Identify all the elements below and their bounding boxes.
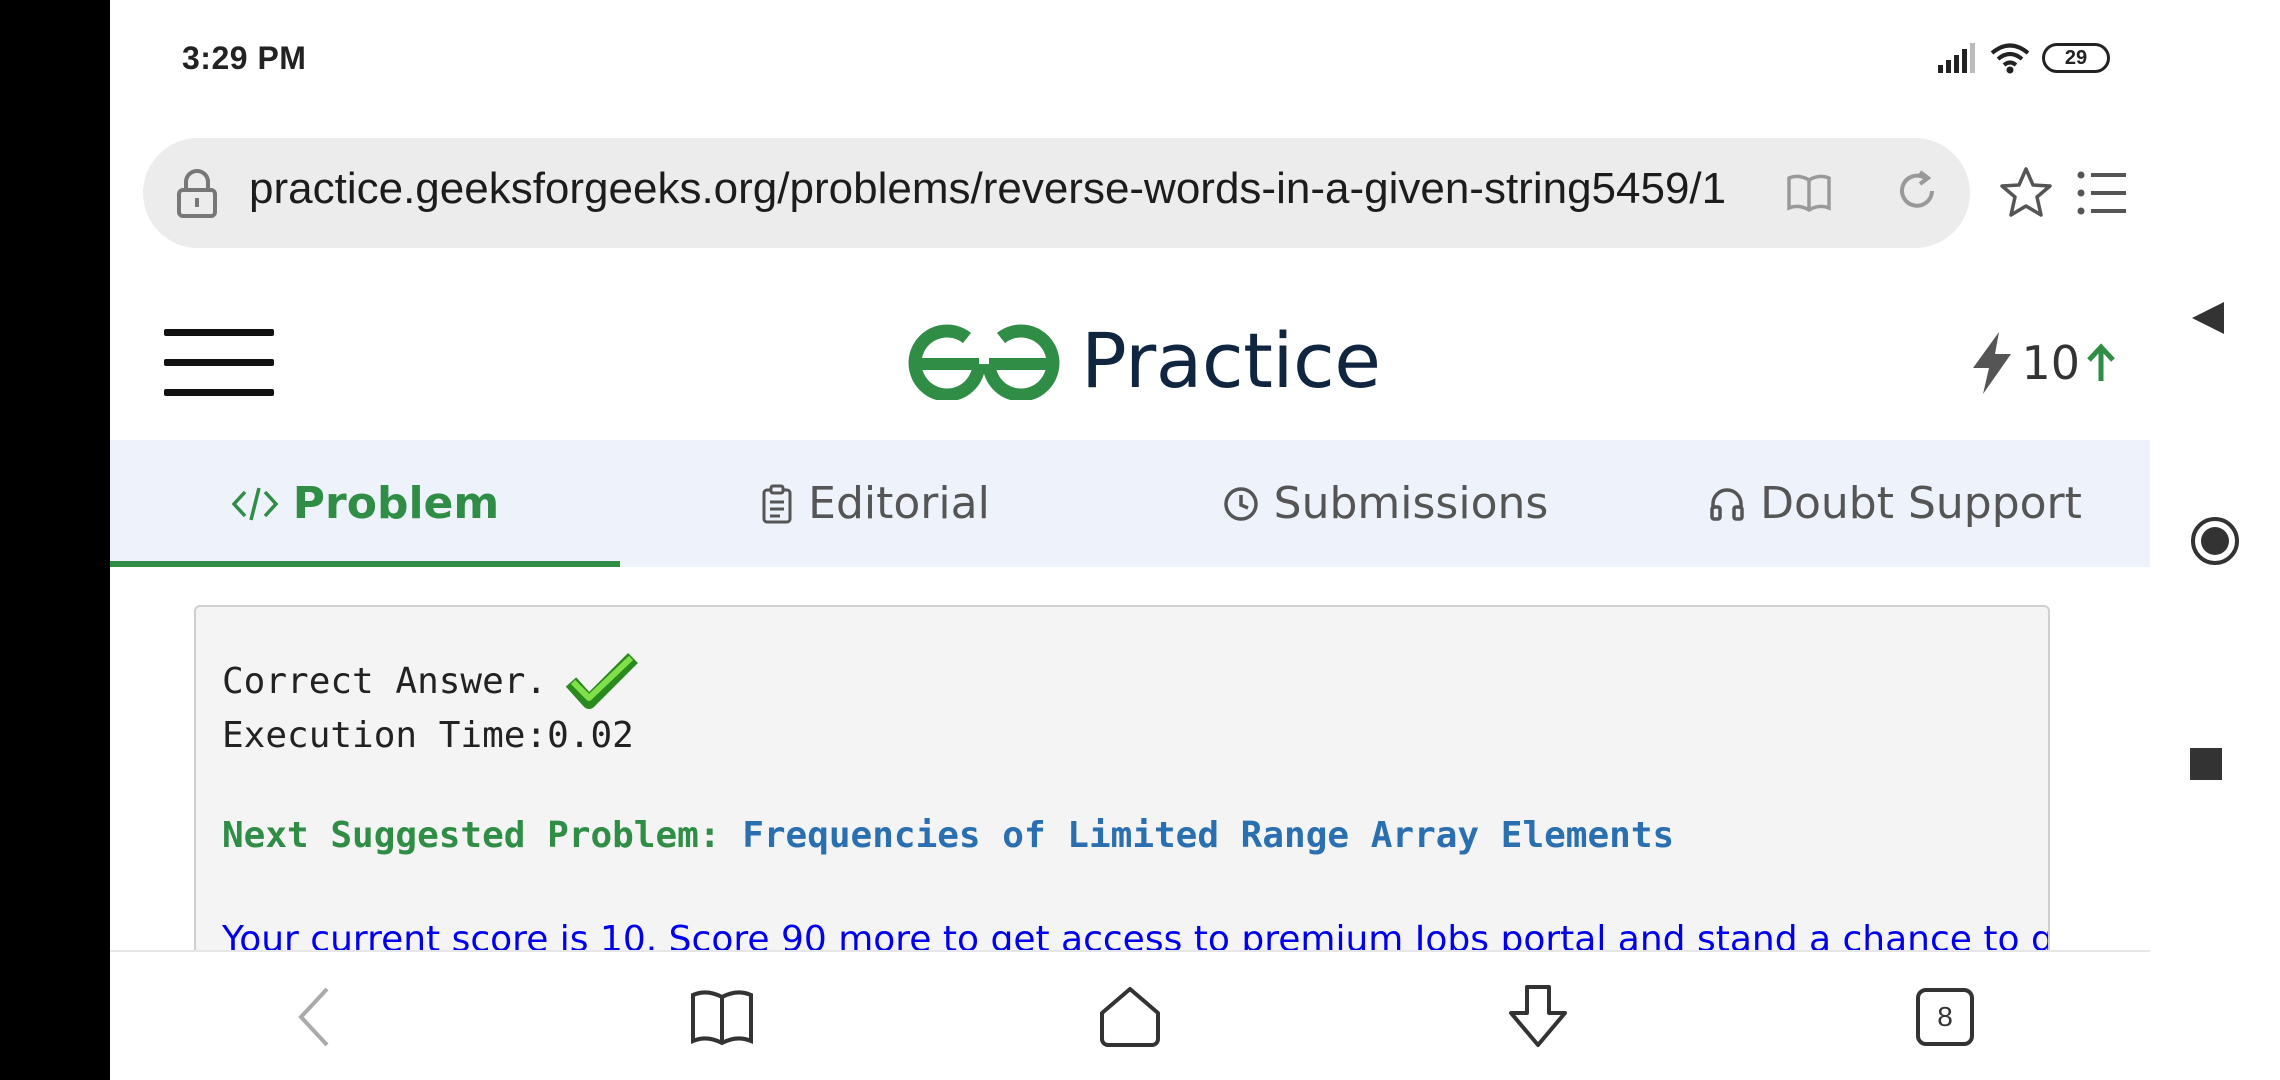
home-icon [1100,987,1160,1047]
system-recents-icon[interactable] [2190,748,2222,780]
clock-icon [1223,486,1258,521]
arrow-up-icon [2087,343,2115,381]
list-menu-icon[interactable] [2076,168,2128,218]
bookmarks-button[interactable] [682,980,762,1054]
user-score[interactable]: 10 [1969,328,2116,398]
battery-indicator: 29 [2042,43,2110,73]
tab-count: 8 [1916,988,1974,1046]
tab-problem[interactable]: Problem [110,440,620,567]
tab-editorial[interactable]: Editorial [620,440,1130,567]
result-status-line: Correct Answer. [222,652,639,710]
status-time: 3:29 PM [182,40,307,76]
tab-label: Submissions [1273,478,1549,529]
reader-mode-icon[interactable] [1785,168,1833,216]
system-home-icon[interactable] [2190,516,2240,566]
url-text[interactable]: practice.geeksforgeeks.org/problems/reve… [249,164,1739,214]
reload-icon[interactable] [1892,166,1942,216]
tabs-button[interactable]: 8 [1905,980,1985,1054]
system-nav [2150,0,2280,1080]
score-value: 10 [2021,336,2080,390]
execution-time: Execution Time:0.02 [222,715,634,756]
back-arrow-icon [298,987,329,1047]
bookmark-star-icon[interactable] [1998,165,2054,221]
tab-label: Problem [292,478,500,529]
back-button[interactable] [275,980,355,1054]
document-icon [762,484,792,523]
next-suggested-label: Next Suggested Problem: [222,815,721,856]
signal-icon [1938,43,1975,73]
browser-bottom-nav: 8 [110,950,2150,1080]
result-status: Correct Answer. [222,660,548,702]
status-bar: 3:29 PM 29 [110,0,2150,118]
system-back-icon[interactable] [2190,300,2226,336]
open-book-icon [691,990,753,1046]
code-icon [231,487,279,520]
tab-label: Editorial [808,478,990,529]
download-arrow-icon [1509,985,1567,1047]
home-button[interactable] [1090,980,1170,1054]
problem-tabs: Problem Editorial Submissions Doubt Supp… [110,440,2150,567]
next-problem-link[interactable]: Frequencies of Limited Range Array Eleme… [742,815,1674,856]
lock-icon [177,169,217,218]
browser-screen: 3:29 PM 29 practice.geeksforgeeks.org/pr… [110,0,2150,1080]
address-bar[interactable]: practice.geeksforgeeks.org/problems/reve… [143,138,1970,248]
headphones-icon [1710,487,1744,521]
submission-result: Correct Answer. Execution Time:0.02 Next… [194,605,2050,1005]
tab-label: Doubt Support [1760,478,2082,529]
site-header: Practice 10 [110,270,2150,440]
lightning-icon [1973,332,2012,394]
checkmark-icon [565,653,639,709]
gfg-logo-icon [908,324,1060,400]
gfg-practice-logo[interactable]: Practice [907,315,1381,405]
wifi-icon [1990,43,2030,74]
tab-submissions[interactable]: Submissions [1130,440,1640,567]
hamburger-menu-icon[interactable] [164,325,274,400]
next-suggested: Next Suggested Problem: Frequencies of L… [222,815,1674,856]
status-icons: 29 [1938,38,2110,78]
logo-text: Practice [1081,315,1381,405]
download-button[interactable] [1498,980,1578,1054]
left-bezel [0,0,110,1080]
tab-doubt-support[interactable]: Doubt Support [1640,440,2150,567]
